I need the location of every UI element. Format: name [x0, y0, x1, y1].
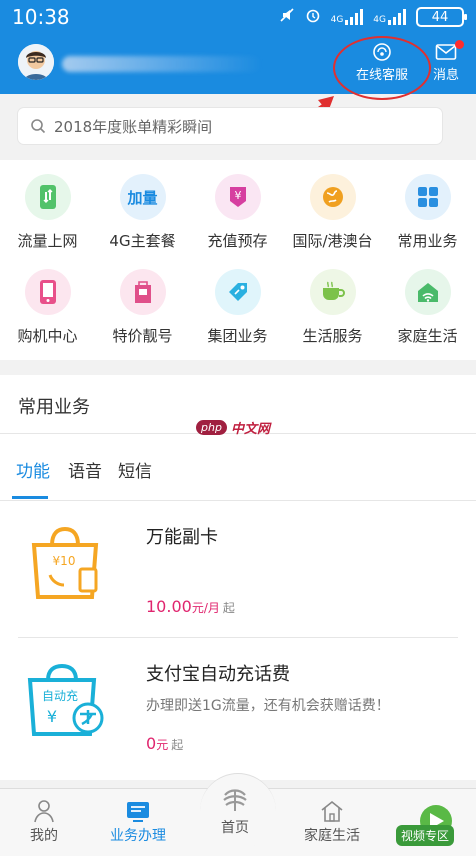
grid-item-recharge[interactable]: ¥ 充值预存 — [190, 160, 285, 255]
product-item-wanneng-card[interactable]: ¥10 万能副卡 10.00元/月起 — [0, 501, 476, 637]
status-bar: 10:38 4G 4G 44 — [0, 0, 476, 34]
coffee-cup-icon — [309, 269, 356, 315]
grid-label: 常用业务 — [397, 232, 458, 250]
yuan-symbol: ¥ — [234, 189, 241, 202]
search-placeholder: 2018年度账单精彩瞬间 — [54, 117, 213, 136]
tab-voice[interactable]: 语音 — [68, 457, 102, 482]
nav-label: 我的 — [30, 828, 58, 844]
mute-icon — [279, 7, 295, 27]
number-card-icon — [119, 269, 166, 315]
user-icon — [33, 797, 55, 825]
grid-label: 购机中心 — [17, 327, 78, 345]
grid-item-group[interactable]: 集团业务 — [190, 255, 285, 350]
price-unit: 元 — [156, 738, 169, 752]
house-icon — [320, 797, 344, 825]
product-price: 10.00元/月起 — [146, 597, 235, 616]
bag-price-text: ¥10 — [53, 554, 76, 568]
grid-item-life[interactable]: 生活服务 — [285, 255, 380, 350]
product-description: 办理即送1G流量，还有机会获赠话费！ — [146, 698, 390, 714]
product-title: 万能副卡 — [146, 527, 218, 548]
nav-label: 业务办理 — [110, 828, 166, 844]
envelope-icon — [435, 40, 457, 64]
status-icons: 4G 4G 44 — [279, 7, 467, 27]
shopping-bag-icon: ¥10 — [31, 526, 99, 599]
grid-label: 家庭生活 — [397, 327, 458, 345]
php-watermark: php 中文网 — [196, 418, 270, 437]
search-icon — [30, 118, 46, 134]
globe-icon — [309, 174, 356, 220]
price-from: 起 — [171, 738, 184, 752]
price-from: 起 — [222, 601, 235, 615]
product-title: 支付宝自动充话费 — [146, 664, 290, 685]
nav-business[interactable]: 业务办理 — [110, 797, 166, 845]
avatar[interactable] — [18, 44, 54, 80]
watermark-badge: php — [196, 420, 227, 435]
nav-label: 家庭生活 — [304, 828, 360, 844]
svg-text:¥: ¥ — [47, 707, 57, 726]
grid-label: 充值预存 — [207, 232, 268, 250]
app-header: 在线客服 消息 — [0, 34, 476, 100]
grid-squares-icon — [404, 174, 451, 220]
tab-bar: 功能 语音 短信 — [0, 435, 476, 501]
yuan-coin-icon: ¥ — [214, 174, 261, 220]
grid-label: 4G主套餐 — [109, 232, 176, 250]
grid-label: 国际/港澳台 — [292, 232, 373, 250]
grid-item-family[interactable]: 家庭生活 — [380, 255, 475, 350]
grid-item-data[interactable]: 流量上网 — [0, 160, 95, 255]
messages-button[interactable]: 消息 — [426, 40, 466, 83]
unread-dot — [455, 40, 464, 49]
search-bar[interactable]: 2018年度账单精彩瞬间 — [18, 108, 442, 144]
grid-item-phone-shop[interactable]: 购机中心 — [0, 255, 95, 350]
alarm-icon — [305, 7, 321, 27]
phone-data-icon — [24, 174, 71, 220]
active-tab-indicator — [12, 496, 48, 499]
section-title: 常用业务 — [18, 397, 90, 418]
grid-label: 流量上网 — [17, 232, 78, 250]
network-type-label-2: 4G — [373, 15, 386, 25]
grid-item-common[interactable]: 常用业务 — [380, 160, 475, 255]
grid-label: 集团业务 — [207, 327, 268, 345]
grid-label: 生活服务 — [302, 327, 363, 345]
battery-icon: 44 — [416, 7, 467, 27]
business-list-icon — [125, 797, 151, 825]
nav-home[interactable]: 首页 — [220, 783, 250, 837]
tab-sms[interactable]: 短信 — [118, 457, 152, 482]
auto-recharge-bag-icon: 自动充 ¥ — [27, 663, 104, 736]
status-time: 10:38 — [12, 5, 70, 29]
video-zone-label[interactable]: 视频专区 — [396, 825, 455, 846]
network-type-label: 4G — [330, 15, 344, 25]
service-grid: 流量上网 加量 4G主套餐 ¥ 充值预存 国际/港澳台 常用业务 购机中心 特价… — [0, 160, 476, 360]
china-mobile-logo-icon — [220, 783, 250, 817]
bag-label-text: 自动充 — [42, 688, 78, 703]
bottom-nav: 我的 业务办理 首页 家庭生活 视频专区 — [0, 773, 476, 856]
product-price: 0元起 — [146, 734, 183, 753]
nav-family[interactable]: 家庭生活 — [304, 797, 360, 845]
grid-item-international[interactable]: 国际/港澳台 — [285, 160, 380, 255]
nav-mine[interactable]: 我的 — [30, 797, 58, 845]
nav-label: 首页 — [221, 820, 249, 836]
grid-label: 特价靓号 — [112, 327, 173, 345]
username-redacted — [62, 56, 262, 72]
signal-icon-1: 4G — [331, 9, 364, 25]
grid-item-4g-plan[interactable]: 加量 4G主套餐 — [95, 160, 190, 255]
price-unit: 元/月 — [191, 601, 220, 615]
battery-level: 44 — [431, 9, 449, 25]
price-value: 0 — [146, 734, 157, 753]
icon-text: 加量 — [127, 188, 158, 207]
messages-label: 消息 — [432, 68, 459, 83]
tag-icon — [214, 269, 261, 315]
jialiang-text-icon: 加量 — [119, 174, 166, 220]
mobile-phone-icon — [24, 269, 71, 315]
price-value: 10.00 — [146, 597, 192, 616]
grid-item-special-number[interactable]: 特价靓号 — [95, 255, 190, 350]
home-wifi-icon — [404, 269, 451, 315]
watermark-text: 中文网 — [230, 422, 270, 437]
signal-icon-2: 4G — [373, 9, 406, 25]
product-item-alipay-recharge[interactable]: 自动充 ¥ 支付宝自动充话费 办理即送1G流量，还有机会获赠话费！ 0元起 — [0, 638, 476, 774]
annotation-circle — [333, 36, 431, 100]
tab-function[interactable]: 功能 — [16, 457, 50, 482]
